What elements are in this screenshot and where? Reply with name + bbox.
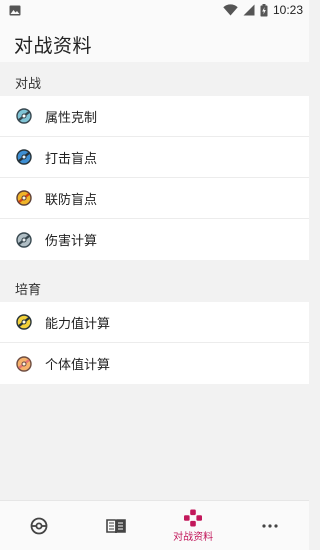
menu-item-label: 联防盲点: [45, 192, 98, 208]
more-icon: [262, 523, 278, 528]
pokeball-teal-icon: [15, 107, 33, 125]
status-time: 10:23: [272, 3, 303, 17]
menu-item-label: 个体值计算: [45, 358, 111, 373]
menu-item-label: 能力值计算: [45, 316, 111, 332]
pokeball-peach-icon: [15, 355, 33, 373]
breeding-menu-list: 能力值计算 个体值计算: [0, 302, 309, 384]
pokeball-orange-icon: [15, 189, 33, 207]
status-bar: 10:23: [0, 0, 309, 20]
pokeball-gray-icon: [15, 231, 33, 249]
menu-item-attack-blindspot[interactable]: 打击盲点: [0, 137, 309, 178]
wifi-icon: [223, 4, 238, 16]
nav-item-battle-data[interactable]: 对战资料: [155, 501, 232, 550]
book-icon: [106, 518, 126, 533]
menu-item-label: 打击盲点: [45, 151, 98, 167]
bottom-nav: 对战资料: [0, 500, 309, 550]
menu-item-label: 伤害计算: [45, 234, 98, 249]
pokeball-icon: [30, 517, 48, 534]
menu-item-type-chart[interactable]: 属性克制: [0, 96, 309, 137]
gamepad-icon: [184, 509, 203, 526]
nav-item-more[interactable]: [232, 501, 309, 550]
menu-item-stat-calc[interactable]: 能力值计算: [0, 302, 309, 343]
battle-menu-list: 属性克制 打击盲点 联防盲点 伤害计算: [0, 96, 309, 260]
app-header: 对战资料: [0, 20, 309, 62]
pokeball-blue-icon: [15, 148, 33, 166]
menu-item-iv-calc[interactable]: 个体值计算: [0, 343, 309, 384]
section-header-battle: 对战: [0, 62, 309, 96]
menu-item-damage-calc[interactable]: 伤害计算: [0, 219, 309, 260]
pokeball-yellow-icon: [15, 313, 33, 331]
nav-item-guide[interactable]: [77, 501, 154, 550]
section-header-breeding: 培育: [0, 268, 309, 302]
page-title: 对战资料: [14, 35, 93, 57]
nav-label-battle-data: 对战资料: [173, 531, 214, 543]
menu-item-defense-blindspot[interactable]: 联防盲点: [0, 178, 309, 219]
nav-item-pokedex[interactable]: [0, 501, 77, 550]
battery-charging-icon: [260, 3, 268, 16]
cell-signal-icon: [243, 4, 255, 16]
menu-item-label: 属性克制: [45, 110, 98, 126]
image-notification-icon: [9, 5, 21, 15]
